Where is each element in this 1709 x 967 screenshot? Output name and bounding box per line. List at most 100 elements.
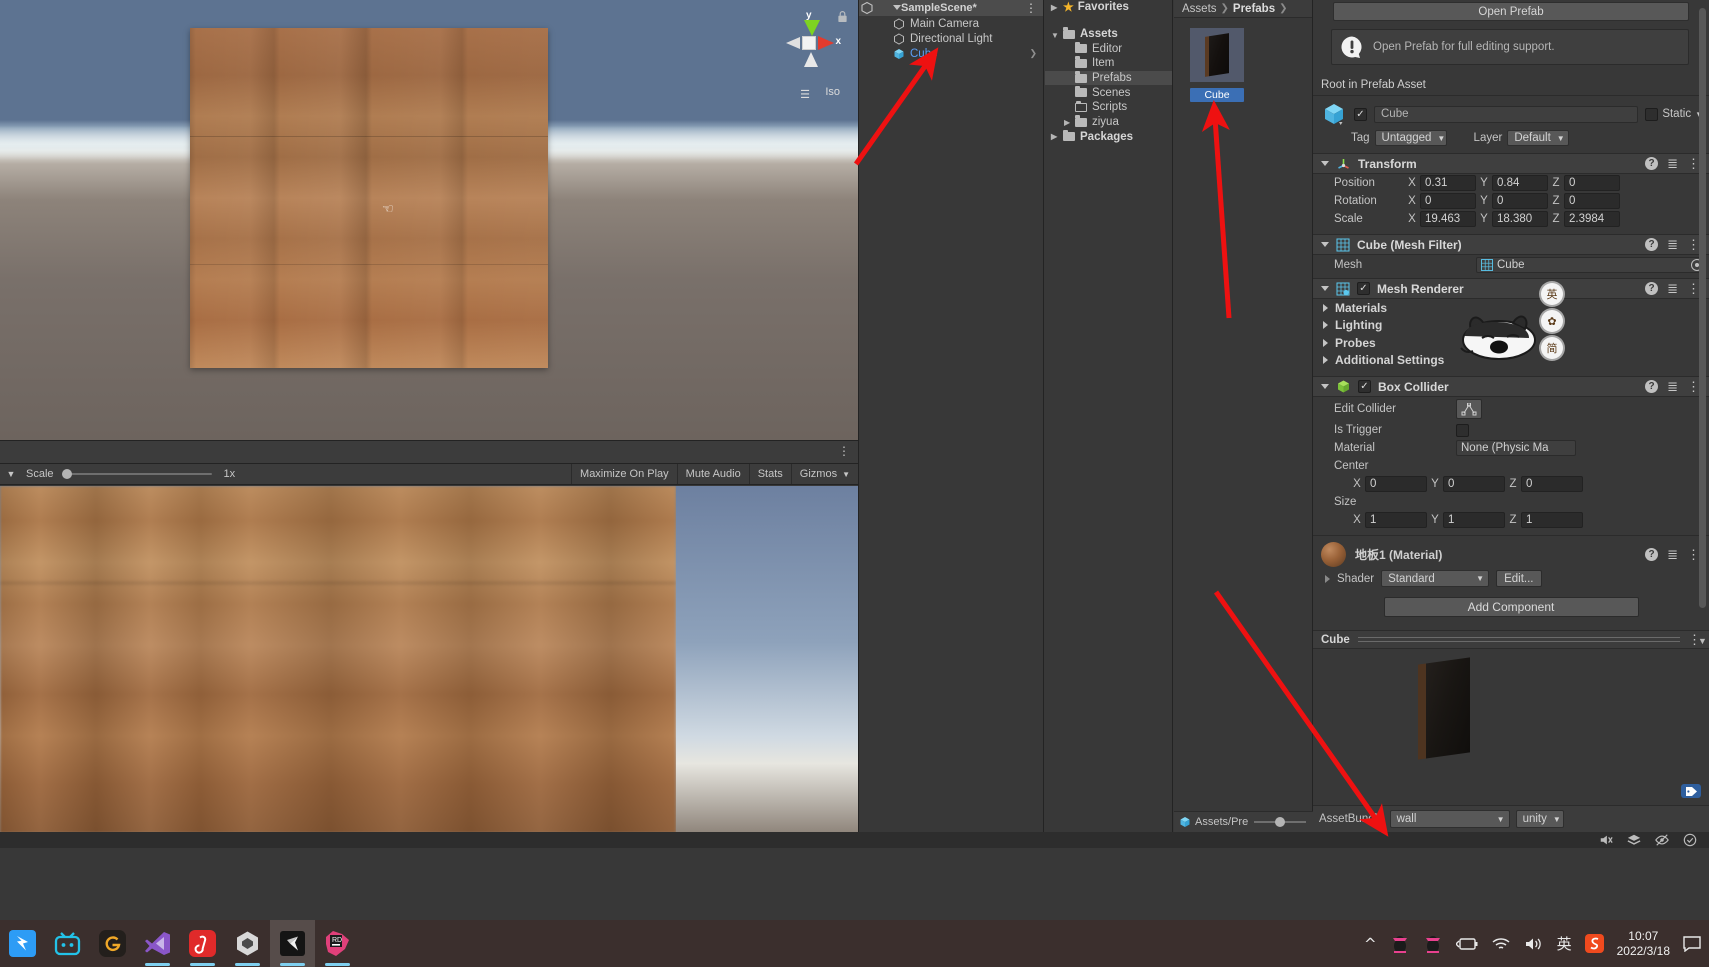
mesh-renderer-foldout-materials[interactable]: Materials [1313, 299, 1709, 317]
chevron-right-icon[interactable] [1323, 303, 1328, 312]
volume-icon[interactable] [1524, 936, 1544, 952]
success-check-status-icon[interactable] [1683, 833, 1697, 847]
mute-audio-button[interactable]: Mute Audio [676, 464, 749, 484]
size-x-field[interactable]: 1 [1365, 512, 1427, 528]
scene-view-menu-icon[interactable]: ☰ [800, 88, 810, 101]
preset-icon[interactable]: ≣ [1667, 156, 1678, 172]
taskbar-app-netease-music[interactable] [180, 920, 225, 967]
project-tree-item-ziyua[interactable]: ▶ ziyua [1045, 115, 1172, 130]
chevron-right-icon[interactable] [1325, 574, 1330, 583]
chevron-right-icon[interactable]: ▶ [1064, 118, 1070, 127]
taskbar-app-unity-hub[interactable] [225, 920, 270, 967]
chevron-right-icon[interactable]: ▶ [1051, 132, 1057, 141]
prefab-open-chevron-icon[interactable]: ❯ [1029, 48, 1037, 59]
hierarchy-item-cube[interactable]: Cube ❯ [859, 46, 1043, 61]
scale-y-field[interactable]: 18.380 [1492, 211, 1548, 227]
help-icon[interactable]: ? [1645, 157, 1659, 170]
asset-preview-body[interactable] [1313, 649, 1709, 777]
tag-dropdown[interactable]: Untagged ▼ [1374, 130, 1447, 146]
tray-expand-chevron-icon[interactable]: ^ [1364, 935, 1377, 953]
help-icon[interactable]: ? [1645, 380, 1659, 393]
static-checkbox[interactable] [1645, 107, 1659, 121]
ime-language-indicator[interactable]: 英 [1557, 933, 1572, 954]
maximize-on-play-button[interactable]: Maximize On Play [571, 464, 677, 484]
position-y-field[interactable]: 0.84 [1492, 175, 1548, 191]
ime-chip-flower-icon[interactable]: ✿ [1541, 310, 1563, 332]
project-tree-item-editor[interactable]: Editor [1045, 41, 1172, 56]
asset-preview-header[interactable]: Cube ⋮ [1313, 630, 1709, 649]
project-tree-item-prefabs[interactable]: Prefabs [1045, 70, 1172, 86]
scene-projection-label[interactable]: Iso [825, 86, 840, 98]
gameobject-enabled-checkbox[interactable]: ✓ [1354, 107, 1367, 121]
open-prefab-button[interactable]: Open Prefab [1333, 2, 1689, 21]
center-z-field[interactable]: 0 [1521, 476, 1583, 492]
scrollbar-thumb[interactable] [1699, 8, 1706, 608]
foldout-arrow-icon[interactable] [1321, 286, 1329, 291]
rotation-z-field[interactable]: 0 [1564, 193, 1620, 209]
rotation-y-field[interactable]: 0 [1492, 193, 1548, 209]
battery-charging-icon[interactable] [1455, 936, 1478, 952]
foldout-arrow-icon[interactable] [1321, 161, 1329, 166]
qq-penguin-icon[interactable] [1423, 934, 1443, 954]
stats-button[interactable]: Stats [748, 464, 791, 484]
mesh-renderer-component-header[interactable]: ✓ Mesh Renderer ? ≣ ⋮ [1313, 278, 1709, 299]
asset-label-badge-icon[interactable] [1681, 784, 1701, 798]
scale-x-field[interactable]: 19.463 [1420, 211, 1476, 227]
breadcrumb-assets[interactable]: Assets [1182, 3, 1217, 15]
position-z-field[interactable]: 0 [1564, 175, 1620, 191]
foldout-arrow-icon[interactable] [1321, 242, 1329, 247]
gizmo-neg-x-axis-cone[interactable] [786, 37, 800, 49]
taskbar-app-bilibili[interactable] [45, 920, 90, 967]
hierarchy-kebab-icon[interactable]: ⋮ [1025, 1, 1037, 15]
chevron-right-icon[interactable] [1323, 338, 1328, 347]
chevron-down-icon[interactable]: ▼ [1051, 31, 1059, 40]
center-y-field[interactable]: 0 [1443, 476, 1505, 492]
game-aspect-dropdown-icon[interactable]: ▼ [0, 469, 22, 479]
chevron-down-icon[interactable]: ▼ [1698, 636, 1707, 646]
zoom-knob[interactable] [1275, 817, 1286, 827]
add-component-button[interactable]: Add Component [1383, 597, 1639, 617]
size-y-field[interactable]: 1 [1443, 512, 1505, 528]
help-icon[interactable]: ? [1645, 238, 1659, 251]
center-x-field[interactable]: 0 [1365, 476, 1427, 492]
game-view-kebab-icon[interactable]: ⋮ [838, 445, 850, 457]
hierarchy-item-directional-light[interactable]: Directional Light [859, 31, 1043, 46]
inspector-scrollbar[interactable]: ▼ [1697, 8, 1708, 646]
is-trigger-checkbox[interactable] [1456, 423, 1469, 437]
position-x-field[interactable]: 0.31 [1420, 175, 1476, 191]
hierarchy-scene-header[interactable]: SampleScene* ⋮ [859, 0, 1043, 16]
project-tree-item-scripts[interactable]: Scripts [1045, 100, 1172, 115]
box-collider-enabled-checkbox[interactable]: ✓ [1358, 380, 1371, 393]
shader-edit-button[interactable]: Edit... [1496, 570, 1542, 587]
scale-knob[interactable] [61, 469, 72, 479]
rotation-x-field[interactable]: 0 [1420, 193, 1476, 209]
project-tree-item-packages[interactable]: ▶ Packages [1045, 129, 1172, 145]
mesh-renderer-foldout-probes[interactable]: Probes [1313, 334, 1709, 352]
taskbar-app-gitee[interactable] [90, 920, 135, 967]
scene-orientation-gizmo[interactable]: y x [778, 6, 842, 70]
taskbar-app-dingtalk[interactable] [0, 920, 45, 967]
preset-icon[interactable]: ≣ [1667, 281, 1678, 297]
gizmo-neg-y-axis-cone[interactable] [804, 52, 818, 67]
help-icon[interactable]: ? [1645, 548, 1659, 561]
size-z-field[interactable]: 1 [1521, 512, 1583, 528]
project-favorites-row[interactable]: ▶ ★ Favorites [1045, 0, 1172, 15]
gizmo-y-axis-cone[interactable] [804, 20, 820, 36]
sogou-ime-icon[interactable] [1584, 934, 1604, 953]
chevron-right-icon[interactable] [1323, 356, 1328, 365]
ime-chip-mode-icon[interactable]: 英 [1541, 283, 1563, 305]
breadcrumb-prefabs[interactable]: Prefabs [1233, 3, 1275, 15]
scene-view[interactable]: ☜ y x ☰ Iso [0, 0, 858, 440]
game-render-surface[interactable] [0, 486, 858, 833]
layer-dropdown[interactable]: Default ▼ [1507, 130, 1570, 146]
preset-icon[interactable]: ≣ [1667, 379, 1678, 395]
project-tree-item-item[interactable]: Item [1045, 56, 1172, 71]
qq-penguin-icon[interactable] [1390, 934, 1410, 954]
taskbar-clock[interactable]: 10:07 2022/3/18 [1617, 929, 1670, 959]
gizmo-x-axis-cone[interactable] [818, 36, 834, 50]
project-tree-item-scenes[interactable]: Scenes [1045, 85, 1172, 100]
scale-z-field[interactable]: 2.3984 [1564, 211, 1620, 227]
gizmos-button[interactable]: Gizmos ▼ [790, 464, 858, 484]
hierarchy-expand-arrow[interactable] [893, 5, 901, 10]
assetbundle-name-dropdown[interactable]: wall ▼ [1389, 810, 1510, 828]
